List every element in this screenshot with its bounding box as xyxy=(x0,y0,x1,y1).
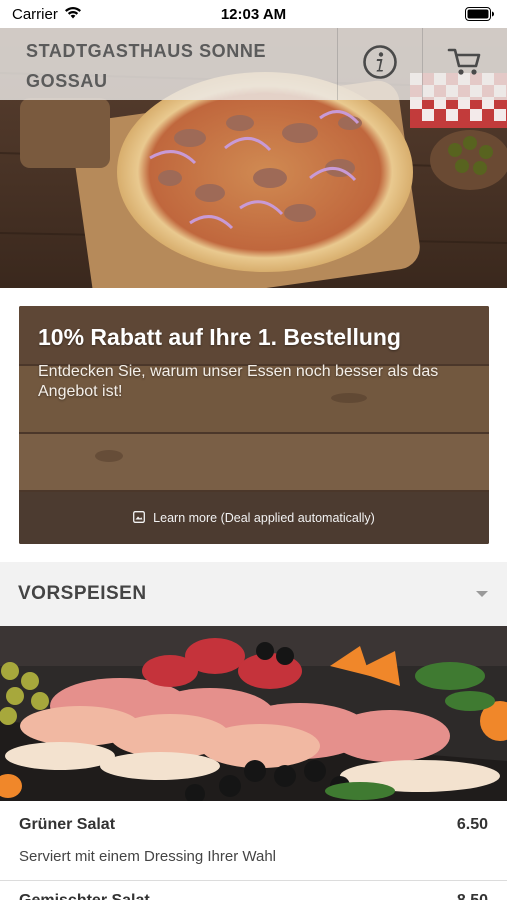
menu-item-header: Grüner Salat 6.50 xyxy=(19,816,488,834)
info-circle-icon xyxy=(362,44,398,85)
wifi-icon xyxy=(64,6,82,23)
menu-item-description: Serviert mit einem Dressing Ihrer Wahl xyxy=(19,848,277,865)
promo-title: 10% Rabatt auf Ihre 1. Bestellung xyxy=(38,324,401,350)
menu-item-name: Gemischter Salat xyxy=(19,892,150,900)
info-button[interactable] xyxy=(337,28,422,100)
category-title: VORSPEISEN xyxy=(18,583,147,604)
category-cold-cuts-image xyxy=(0,626,507,801)
battery-icon xyxy=(465,7,495,21)
item-divider xyxy=(0,880,507,881)
menu-item[interactable]: Grüner Salat 6.50 Serviert mit einem Dre… xyxy=(0,816,507,865)
menu-item-price: 6.50 xyxy=(456,816,488,833)
menu-item-name: Grüner Salat xyxy=(19,816,116,833)
status-left: Carrier xyxy=(12,6,82,23)
menu-item-price: 8.50 xyxy=(457,892,488,900)
category-header-vorspeisen[interactable]: VORSPEISEN xyxy=(0,562,507,626)
shopping-cart-icon xyxy=(447,46,483,83)
menu-item[interactable]: Gemischter Salat 8.50 xyxy=(0,892,507,900)
restaurant-title: STADTGASTHAUS SONNE GOSSAU xyxy=(26,41,267,91)
app-header: STADTGASTHAUS SONNE GOSSAU xyxy=(0,28,507,100)
promo-banner[interactable]: 10% Rabatt auf Ihre 1. Bestellung Entdec… xyxy=(19,306,489,544)
chevron-down-icon[interactable] xyxy=(475,585,489,603)
cart-button[interactable] xyxy=(422,28,507,100)
menu-item-header: Gemischter Salat 8.50 xyxy=(19,892,488,900)
promo-learn-more[interactable]: Learn more (Deal applied automatically) xyxy=(19,492,489,544)
carrier-label: Carrier xyxy=(12,5,58,23)
promo-description: Entdecken Sie, warum unser Essen noch be… xyxy=(38,363,439,400)
promo-footer-label: Learn more (Deal applied automatically) xyxy=(153,511,375,525)
app-screen: Carrier 12:03 AM STADTGASTHAUS SONNE GOS… xyxy=(0,0,507,900)
image-icon xyxy=(133,510,146,526)
status-bar: Carrier 12:03 AM xyxy=(0,0,507,28)
